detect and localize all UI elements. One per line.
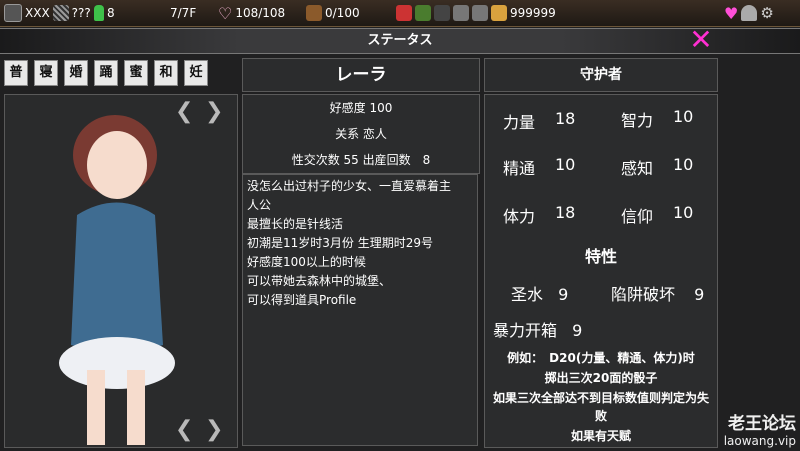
stats-panel: 力量 18 智力 10 精通 10 感知 10 体力 18 信仰 10 特性 圣…: [484, 94, 718, 448]
unknown-label: ???: [71, 6, 91, 20]
tab-1[interactable]: 寝: [34, 60, 58, 86]
job-title: 守护者: [484, 58, 718, 92]
trait-holy-water: 圣水 9: [511, 281, 568, 305]
tab-6[interactable]: 妊: [184, 60, 208, 86]
stat-stamina: 体力 18: [503, 203, 575, 227]
bag-icon[interactable]: [396, 5, 412, 21]
trait-label: 陷阱破坏: [611, 285, 676, 304]
stat-label: 智力: [621, 111, 654, 130]
example-line: 败: [594, 409, 607, 423]
next-character-icon[interactable]: ❯: [205, 99, 223, 124]
coin-bag-icon: [491, 5, 507, 21]
watermark-title: 老王论坛: [728, 414, 796, 434]
stat-label: 精通: [503, 159, 536, 178]
basket-icon: [306, 5, 322, 21]
traits-title: 特性: [584, 247, 617, 266]
desc-line: 初潮是11岁时3月份 生理期时29号: [247, 236, 433, 250]
prev-character-icon[interactable]: ❮: [175, 99, 193, 124]
stamina-value: 0/100: [325, 6, 360, 20]
stat-value: 18: [555, 109, 576, 128]
player-info: XXX ???: [4, 4, 91, 22]
example-line: 掷出三次20面的骰子: [544, 371, 658, 385]
grid-icon: [4, 4, 22, 22]
example-line: 如果三次全部达不到目标数值则判定为失: [492, 391, 709, 405]
next-page-icon[interactable]: ❯: [205, 417, 223, 442]
menu-icons: ♥ ⚙: [724, 4, 774, 23]
prev-page-icon[interactable]: ❮: [175, 417, 193, 442]
affection-line: 好感度 100: [329, 101, 393, 115]
trait-label: 暴力开箱: [493, 321, 558, 340]
stat-value: 10: [673, 107, 694, 126]
trait-force-open: 暴力开箱 9: [493, 317, 582, 341]
portrait-panel: ❮ ❯ ❮ ❯: [4, 94, 238, 448]
item-icons: 999999: [396, 4, 556, 22]
stat-label: 力量: [503, 113, 536, 132]
desc-line: 没怎么出过村子的少女、一直爱慕着主: [247, 179, 452, 193]
desc-line: 人公: [247, 198, 272, 212]
potion-counter: 8: [94, 4, 115, 22]
character-portrait: [59, 115, 175, 445]
stat-value: 10: [555, 155, 576, 174]
tab-3[interactable]: 踊: [94, 60, 118, 86]
potion-count: 8: [107, 6, 115, 20]
desc-line: 最擅长的是针线活: [247, 217, 344, 231]
trait-trap-disarm: 陷阱破坏 9: [611, 281, 704, 305]
trait-value: 9: [558, 285, 569, 304]
trait-label: 圣水: [511, 285, 544, 304]
person-icon[interactable]: [741, 5, 758, 21]
desc-line: 好感度100以上的时候: [247, 255, 366, 269]
watermark: 老王论坛 laowang.vip: [724, 409, 796, 448]
stamina-counter: 0/100: [306, 4, 360, 22]
heart-menu-icon[interactable]: ♥: [724, 4, 738, 23]
net-icon: [52, 5, 69, 21]
stat-int: 智力 10: [621, 107, 693, 131]
top-status-bar: XXX ??? 8 7/7F ♡ 108/108 0/100 999999 ♥ …: [0, 0, 800, 27]
floor-value: 7/7F: [170, 6, 197, 20]
tab-0[interactable]: 普: [4, 60, 28, 86]
status-tabs: 普 寝 婚 踊 蜜 和 妊: [4, 60, 208, 86]
watermark-url: laowang.vip: [723, 434, 796, 448]
herb-icon[interactable]: [415, 5, 431, 21]
stat-mastery: 精通 10: [503, 155, 575, 179]
close-icon[interactable]: ✕: [688, 26, 714, 54]
trait-value: 9: [694, 285, 705, 304]
character-info: 好感度 100 关系 恋人 性交次数 55 出産回数 8: [242, 94, 480, 174]
stat-label: 感知: [621, 159, 654, 178]
stat-value: 18: [555, 203, 576, 222]
desc-line: 可以带她去森林中的城堡、: [247, 274, 392, 288]
counts-line: 性交次数 55 出産回数 8: [291, 153, 431, 167]
potion-icon: [94, 5, 104, 21]
tab-5[interactable]: 和: [154, 60, 178, 86]
torch-icon[interactable]: [472, 5, 488, 21]
stat-str: 力量 18: [503, 109, 575, 133]
hp-value: 108/108: [235, 6, 286, 20]
example-line: 例如： D20(力量、精通、体力)时: [507, 351, 695, 365]
heart-icon: ♡: [218, 3, 233, 23]
stat-faith: 信仰 10: [621, 203, 693, 227]
window-title: ステータス: [0, 28, 800, 54]
stat-perception: 感知 10: [621, 155, 693, 179]
character-name: レーラ: [242, 58, 480, 92]
desc-line: 可以得到道具Profile: [247, 293, 357, 307]
example-line: 如果有天赋: [570, 429, 631, 443]
hp-counter: ♡ 108/108: [218, 3, 286, 23]
relation-line: 关系 恋人: [335, 127, 387, 141]
trait-value: 9: [572, 321, 583, 340]
rock-icon[interactable]: [434, 5, 450, 21]
stat-label: 信仰: [621, 207, 654, 226]
character-description: 没怎么出过村子的少女、一直爱慕着主 人公 最擅长的是针线活 初潮是11岁时3月份…: [242, 174, 478, 446]
key-icon[interactable]: [453, 5, 469, 21]
gold-value: 999999: [510, 6, 556, 20]
stat-value: 10: [673, 155, 694, 174]
player-name: XXX: [25, 6, 50, 20]
stat-value: 10: [673, 203, 694, 222]
gear-icon[interactable]: ⚙: [760, 4, 773, 22]
floor-indicator: 7/7F: [170, 4, 196, 22]
tab-4[interactable]: 蜜: [124, 60, 148, 86]
tab-2[interactable]: 婚: [64, 60, 88, 86]
stat-label: 体力: [503, 207, 536, 226]
